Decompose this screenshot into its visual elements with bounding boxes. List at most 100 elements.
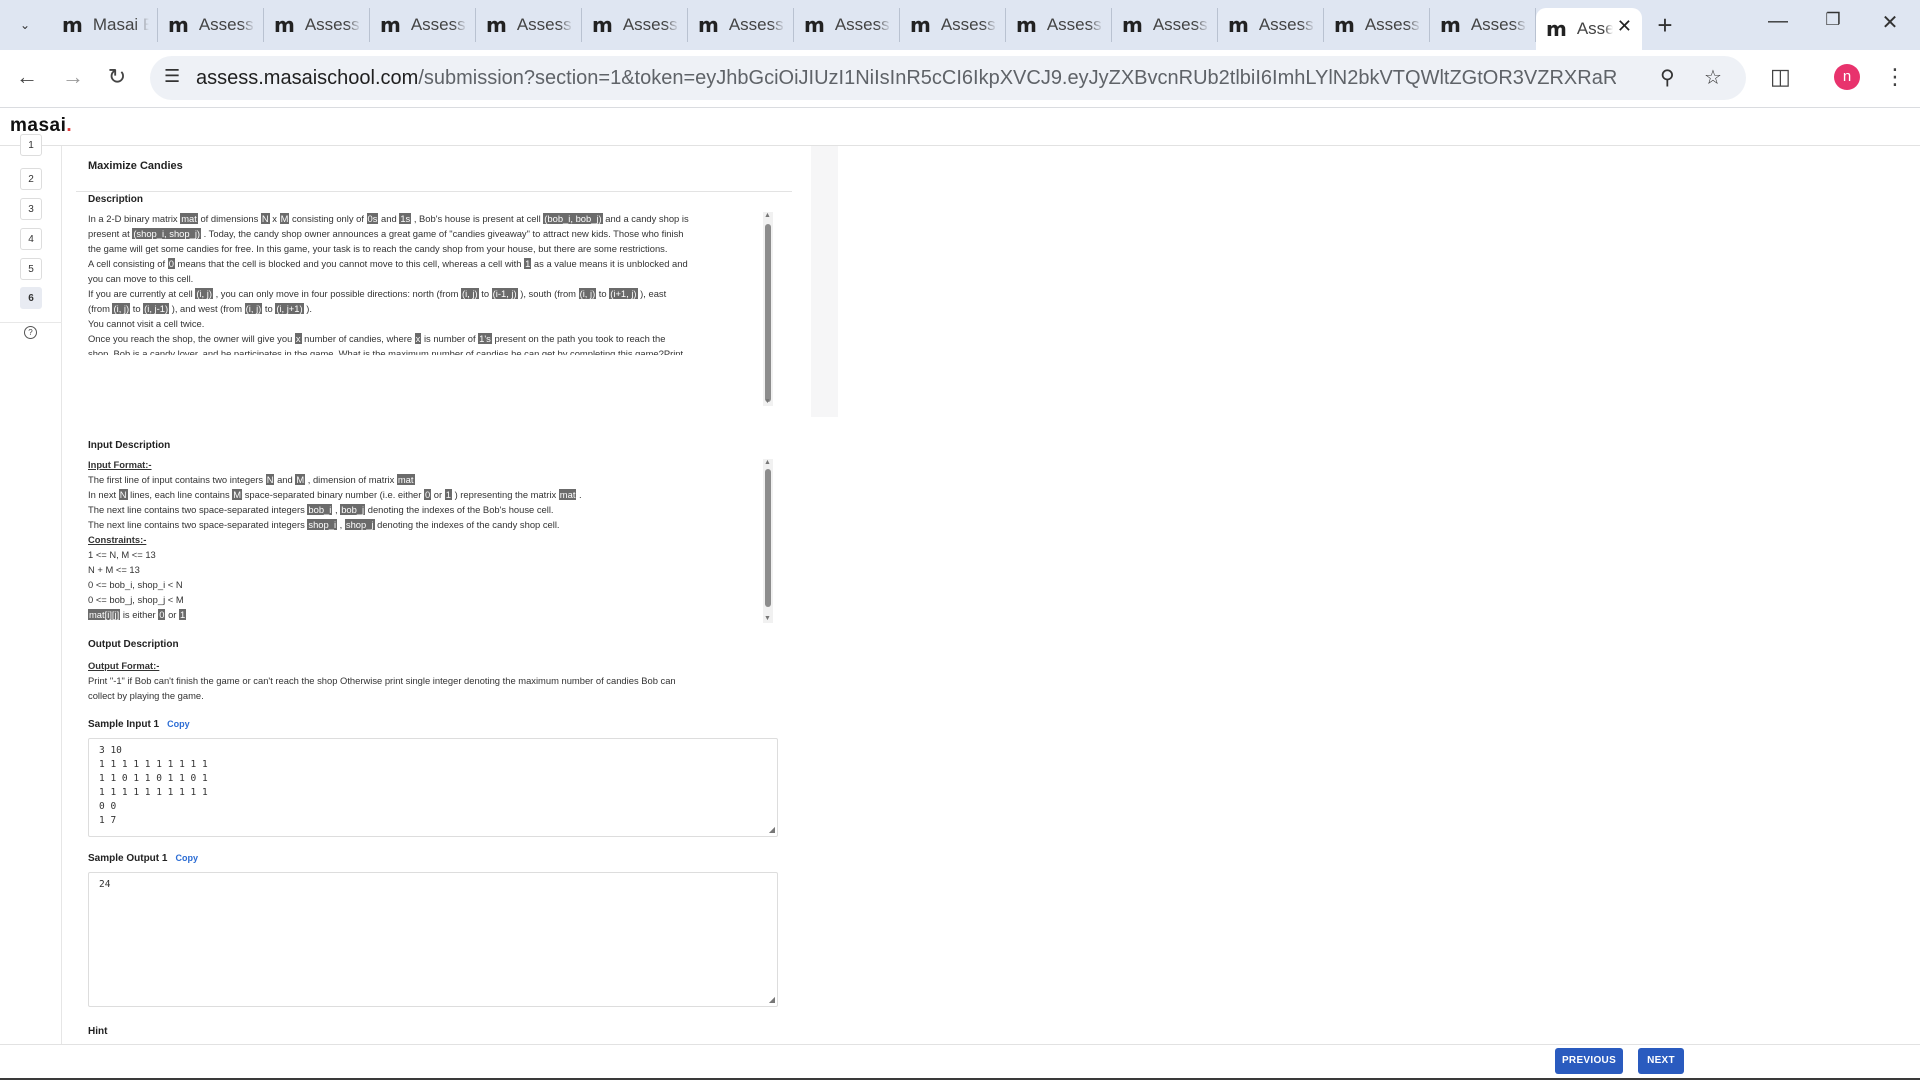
browser-tab[interactable]: m Assessm (1324, 8, 1430, 42)
browser-tab[interactable]: m Assessm (900, 8, 1006, 42)
profile-avatar[interactable]: n (1834, 64, 1860, 90)
text-segment: ) representing the matrix (451, 489, 559, 500)
next-button[interactable]: NEXT (1638, 1048, 1684, 1074)
masai-favicon-icon: m (910, 13, 931, 37)
code-highlight: (i, j) (461, 288, 479, 299)
text-segment: number of candies, where (301, 333, 415, 344)
sample-output-box[interactable]: 24 ◢ (88, 872, 778, 1007)
masai-favicon-icon: m (380, 13, 401, 37)
browser-tab-active[interactable]: m Asses✕ (1536, 8, 1642, 50)
question-nav-1[interactable]: 1 (20, 134, 42, 156)
close-window-icon[interactable]: ✕ (1870, 10, 1910, 35)
tab-label: Assessm (940, 15, 997, 34)
masai-favicon-icon: m (804, 13, 825, 37)
scroll-up-arrow-icon[interactable]: ▲ (764, 212, 771, 220)
text-segment: lines, each line contains (127, 489, 233, 500)
question-nav-6[interactable]: 6 (20, 287, 42, 309)
scroll-down-arrow-icon[interactable]: ▼ (764, 615, 771, 623)
site-info-icon[interactable]: ☰ (164, 66, 180, 87)
text-segment: 0 <= bob_j, shop_j < M (88, 594, 184, 605)
bookmark-star-icon[interactable]: ☆ (1704, 65, 1722, 90)
text-segment: The next line contains two space-separat… (88, 519, 308, 530)
browser-tab[interactable]: m Assessm (688, 8, 794, 42)
question-nav-3[interactable]: 3 (20, 198, 42, 220)
tab-label: Assessm (1364, 15, 1421, 34)
code-highlight: M (295, 474, 306, 485)
code-highlight: mat (180, 213, 198, 224)
browser-tab[interactable]: m Assessm (1006, 8, 1112, 42)
code-highlight: x (294, 333, 302, 344)
code-highlight: N (260, 213, 270, 224)
resize-handle-icon[interactable]: ◢ (769, 995, 775, 1004)
reload-icon[interactable]: ↻ (102, 64, 132, 90)
text-segment: (from (88, 303, 113, 314)
tab-label: Assessm (198, 15, 255, 34)
input-scrollbar[interactable]: ▲ ▼ (763, 459, 773, 623)
divider (76, 191, 792, 192)
resize-handle-icon[interactable]: ◢ (769, 825, 775, 834)
extensions-puzzle-icon[interactable]: ◫ (1770, 64, 1791, 90)
url-text[interactable]: assess.masaischool.com/submission?sectio… (196, 67, 1616, 90)
browser-tab[interactable]: m Assessm (370, 8, 476, 42)
browser-tab[interactable]: m Assessm (158, 8, 264, 42)
text-line: In next N lines, each line contains M sp… (88, 487, 778, 502)
text-line: present at (shop_i, shop_j) . Today, the… (88, 226, 778, 241)
browser-tab[interactable]: m Assessm (476, 8, 582, 42)
text-line: Constraints:- (88, 532, 778, 547)
scroll-thumb[interactable] (765, 224, 771, 402)
browser-tab[interactable]: m Masai E (52, 8, 158, 42)
zoom-icon[interactable]: ⚲ (1660, 65, 1675, 90)
code-highlight: (i, j) (578, 288, 597, 299)
browser-tab[interactable]: m Assessm (1430, 8, 1536, 42)
text-segment: of dimensions (197, 213, 261, 224)
copy-sample-output-button[interactable]: Copy (175, 853, 198, 863)
sample-input-label: Sample Input 1 (88, 719, 160, 730)
description-scrollbar[interactable]: ▲ ▼ (763, 212, 773, 406)
question-nav-5[interactable]: 5 (20, 258, 42, 280)
restore-window-icon[interactable]: ❐ (1813, 10, 1853, 30)
text-segment: ), and west (from (169, 303, 245, 314)
masai-favicon-icon: m (1440, 13, 1461, 37)
copy-sample-input-button[interactable]: Copy (167, 719, 190, 729)
scroll-thumb[interactable] (765, 469, 771, 607)
sample-output-label-row: Sample Output 1 Copy (88, 853, 198, 864)
question-nav-4[interactable]: 4 (20, 228, 42, 250)
code-highlight: (i+1, j) (609, 288, 638, 299)
masai-logo[interactable]: masai. (10, 115, 72, 137)
code-highlight: 1 (444, 489, 452, 500)
omnibox[interactable]: ☰ assess.masaischool.com/submission?sect… (150, 56, 1746, 100)
scroll-up-arrow-icon[interactable]: ▲ (764, 459, 771, 467)
tab-search-chevron-icon[interactable]: ⌄ (10, 10, 40, 40)
question-nav-2[interactable]: 2 (20, 168, 42, 190)
browser-tab[interactable]: m Assessm (582, 8, 688, 42)
browser-menu-icon[interactable]: ⋮ (1884, 64, 1906, 90)
code-highlight: shop_j (344, 519, 375, 530)
previous-button[interactable]: PREVIOUS (1555, 1048, 1623, 1074)
sample-input-box[interactable]: 3 10 1 1 1 1 1 1 1 1 1 1 1 1 0 1 1 0 1 1… (88, 738, 778, 837)
minimize-window-icon[interactable]: — (1758, 10, 1798, 33)
masai-favicon-icon: m (486, 13, 507, 37)
text-line: you can move to this cell. (88, 271, 778, 286)
browser-tab[interactable]: m Assessm (794, 8, 900, 42)
code-highlight: (i, j) (195, 288, 213, 299)
browser-tab[interactable]: m Assessm (264, 8, 370, 42)
code-highlight: (bob_i, bob_j) (543, 213, 603, 224)
text-segment: space-separated binary number (i.e. eith… (242, 489, 424, 500)
scroll-down-arrow-icon[interactable]: ▼ (764, 398, 771, 406)
address-bar-row: ← → ↻ ☰ assess.masaischool.com/submissio… (0, 50, 1920, 108)
new-tab-plus-icon[interactable]: + (1650, 10, 1680, 41)
text-segment: and a candy shop is (602, 213, 689, 224)
text-segment: means that the cell is blocked and you c… (174, 258, 525, 269)
browser-tab[interactable]: m Assessm (1218, 8, 1324, 42)
text-segment: You cannot visit a cell twice. (88, 318, 205, 329)
help-icon[interactable]: ? (24, 326, 37, 339)
text-line: The first line of input contains two int… (88, 472, 778, 487)
description-text[interactable]: In a 2-D binary matrix mat of dimensions… (88, 211, 778, 355)
forward-arrow-icon[interactable]: → (58, 64, 88, 90)
back-arrow-icon[interactable]: ← (12, 64, 42, 90)
input-description-text[interactable]: Input Format:- The first line of input co… (88, 457, 778, 622)
browser-tab[interactable]: m Assessm (1112, 8, 1218, 42)
code-highlight: mat (558, 489, 577, 500)
code-highlight: 0 (167, 258, 175, 269)
close-tab-icon[interactable]: ✕ (1617, 16, 1632, 37)
